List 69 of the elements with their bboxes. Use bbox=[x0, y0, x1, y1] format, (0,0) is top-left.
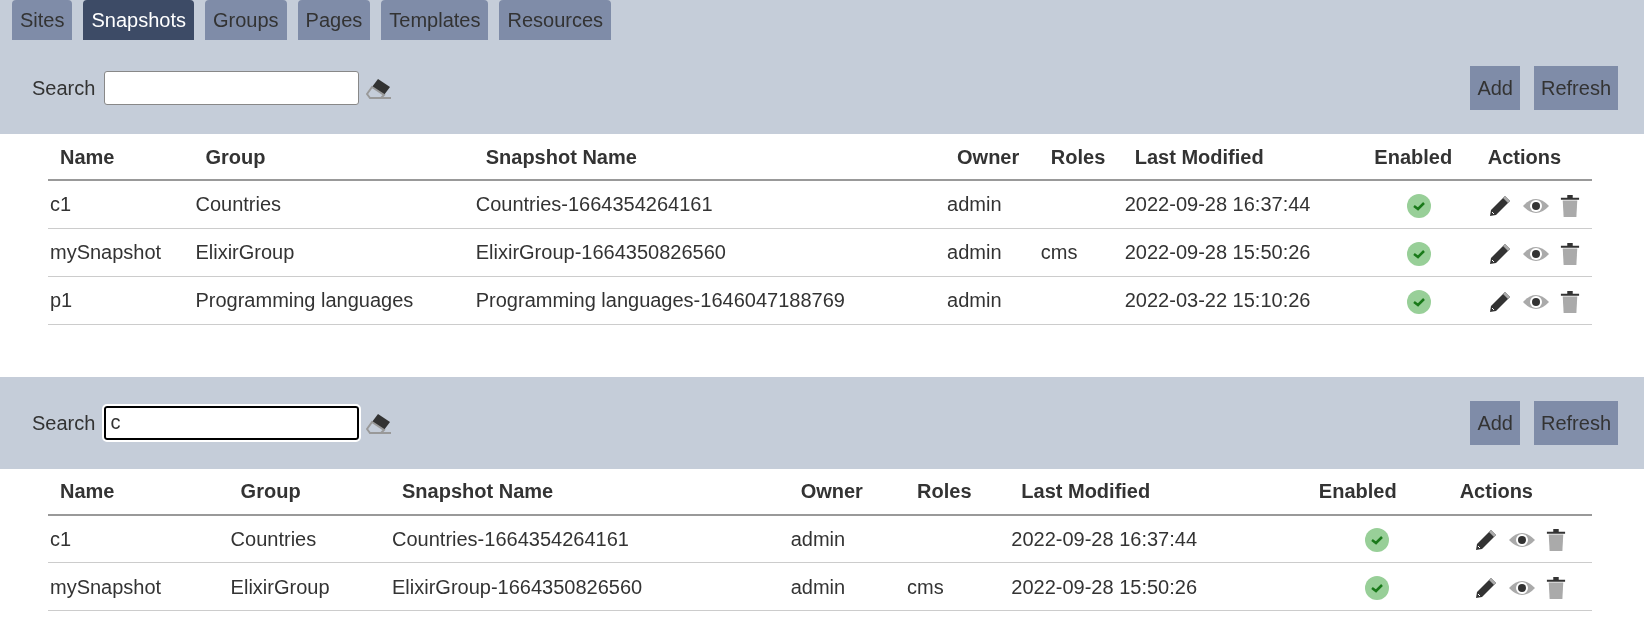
table-cell: 2022-09-28 16:37:44 bbox=[1124, 193, 1311, 216]
table-cell: admin bbox=[790, 527, 846, 550]
tab[interactable]: Resources bbox=[499, 0, 612, 40]
table-cell: Countries-1664354264161 bbox=[392, 527, 629, 550]
table-cell: admin bbox=[790, 575, 846, 598]
column-header: Last Modified bbox=[1009, 468, 1307, 515]
column-header: Owner bbox=[788, 468, 906, 515]
tab[interactable]: Templates bbox=[381, 0, 489, 40]
pencil-icon[interactable] bbox=[1487, 289, 1512, 314]
column-header: Actions bbox=[1475, 134, 1592, 180]
table-cell: 2022-03-22 15:10:26 bbox=[1124, 289, 1311, 311]
table-cell: Countries bbox=[195, 193, 282, 216]
table-cell: cms bbox=[1040, 241, 1078, 263]
trash-icon[interactable] bbox=[1545, 576, 1566, 601]
table-cell: mySnapshot bbox=[50, 241, 162, 263]
table-cell: cms bbox=[907, 575, 944, 598]
table-cell: admin bbox=[947, 289, 1002, 311]
column-header: Actions bbox=[1447, 468, 1592, 515]
column-header: Group bbox=[228, 468, 390, 515]
table-cell: Programming languages bbox=[195, 289, 414, 311]
trash-icon[interactable] bbox=[1559, 193, 1580, 218]
column-header: Roles bbox=[905, 468, 1010, 515]
table-cell: admin bbox=[947, 193, 1002, 216]
tab[interactable]: Groups bbox=[205, 0, 287, 40]
toolbar-button[interactable]: Refresh bbox=[1533, 66, 1618, 110]
trash-icon[interactable] bbox=[1559, 289, 1580, 314]
tab[interactable]: Sites bbox=[12, 0, 73, 40]
trash-icon[interactable] bbox=[1559, 241, 1580, 266]
table-cell: Countries bbox=[230, 527, 317, 550]
table-cell: p1 bbox=[50, 289, 73, 311]
search-field[interactable] bbox=[104, 71, 360, 105]
column-header: Owner bbox=[945, 134, 1039, 180]
eraser-icon[interactable] bbox=[366, 411, 393, 434]
column-header: Name bbox=[48, 468, 229, 515]
column-header: Snapshot Name bbox=[390, 468, 789, 515]
pencil-icon[interactable] bbox=[1473, 576, 1498, 601]
tab[interactable]: Pages bbox=[297, 0, 371, 40]
table-cell: 2022-09-28 15:50:26 bbox=[1124, 241, 1311, 263]
column-header: Snapshot Name bbox=[473, 134, 946, 180]
tab[interactable]: Snapshots bbox=[83, 0, 194, 40]
toolbar-button[interactable]: Refresh bbox=[1533, 400, 1618, 445]
search-label: Search bbox=[32, 410, 96, 436]
pencil-icon[interactable] bbox=[1487, 241, 1512, 266]
table-cell: Countries-1664354264161 bbox=[475, 193, 713, 216]
table-cell: c1 bbox=[50, 193, 72, 216]
toolbar-button[interactable]: Add bbox=[1470, 66, 1520, 110]
table-cell: ElixirGroup-1664350826560 bbox=[392, 575, 643, 598]
table-cell: admin bbox=[947, 241, 1002, 263]
column-header: Last Modified bbox=[1122, 134, 1363, 180]
column-header: Enabled bbox=[1362, 134, 1476, 180]
pencil-icon[interactable] bbox=[1473, 528, 1498, 553]
toolbar-button[interactable]: Add bbox=[1470, 400, 1520, 445]
trash-icon[interactable] bbox=[1545, 528, 1566, 553]
table-cell: Programming languages-1646047188769 bbox=[475, 289, 845, 311]
table-cell: 2022-09-28 16:37:44 bbox=[1011, 527, 1198, 550]
column-header: Roles bbox=[1038, 134, 1123, 180]
column-header: Group bbox=[193, 134, 474, 180]
search-label: Search bbox=[32, 76, 96, 101]
pencil-icon[interactable] bbox=[1487, 193, 1512, 218]
table-cell: ElixirGroup-1664350826560 bbox=[475, 241, 726, 263]
column-header: Name bbox=[48, 134, 194, 180]
table-cell: mySnapshot bbox=[50, 575, 162, 598]
column-header: Enabled bbox=[1306, 468, 1448, 515]
search-field[interactable]: c bbox=[104, 405, 360, 440]
table-cell: c1 bbox=[50, 527, 72, 550]
table-cell: 2022-09-28 15:50:26 bbox=[1011, 575, 1198, 598]
table-cell: ElixirGroup bbox=[195, 241, 295, 263]
table-cell: ElixirGroup bbox=[230, 575, 330, 598]
eraser-icon[interactable] bbox=[366, 77, 393, 99]
